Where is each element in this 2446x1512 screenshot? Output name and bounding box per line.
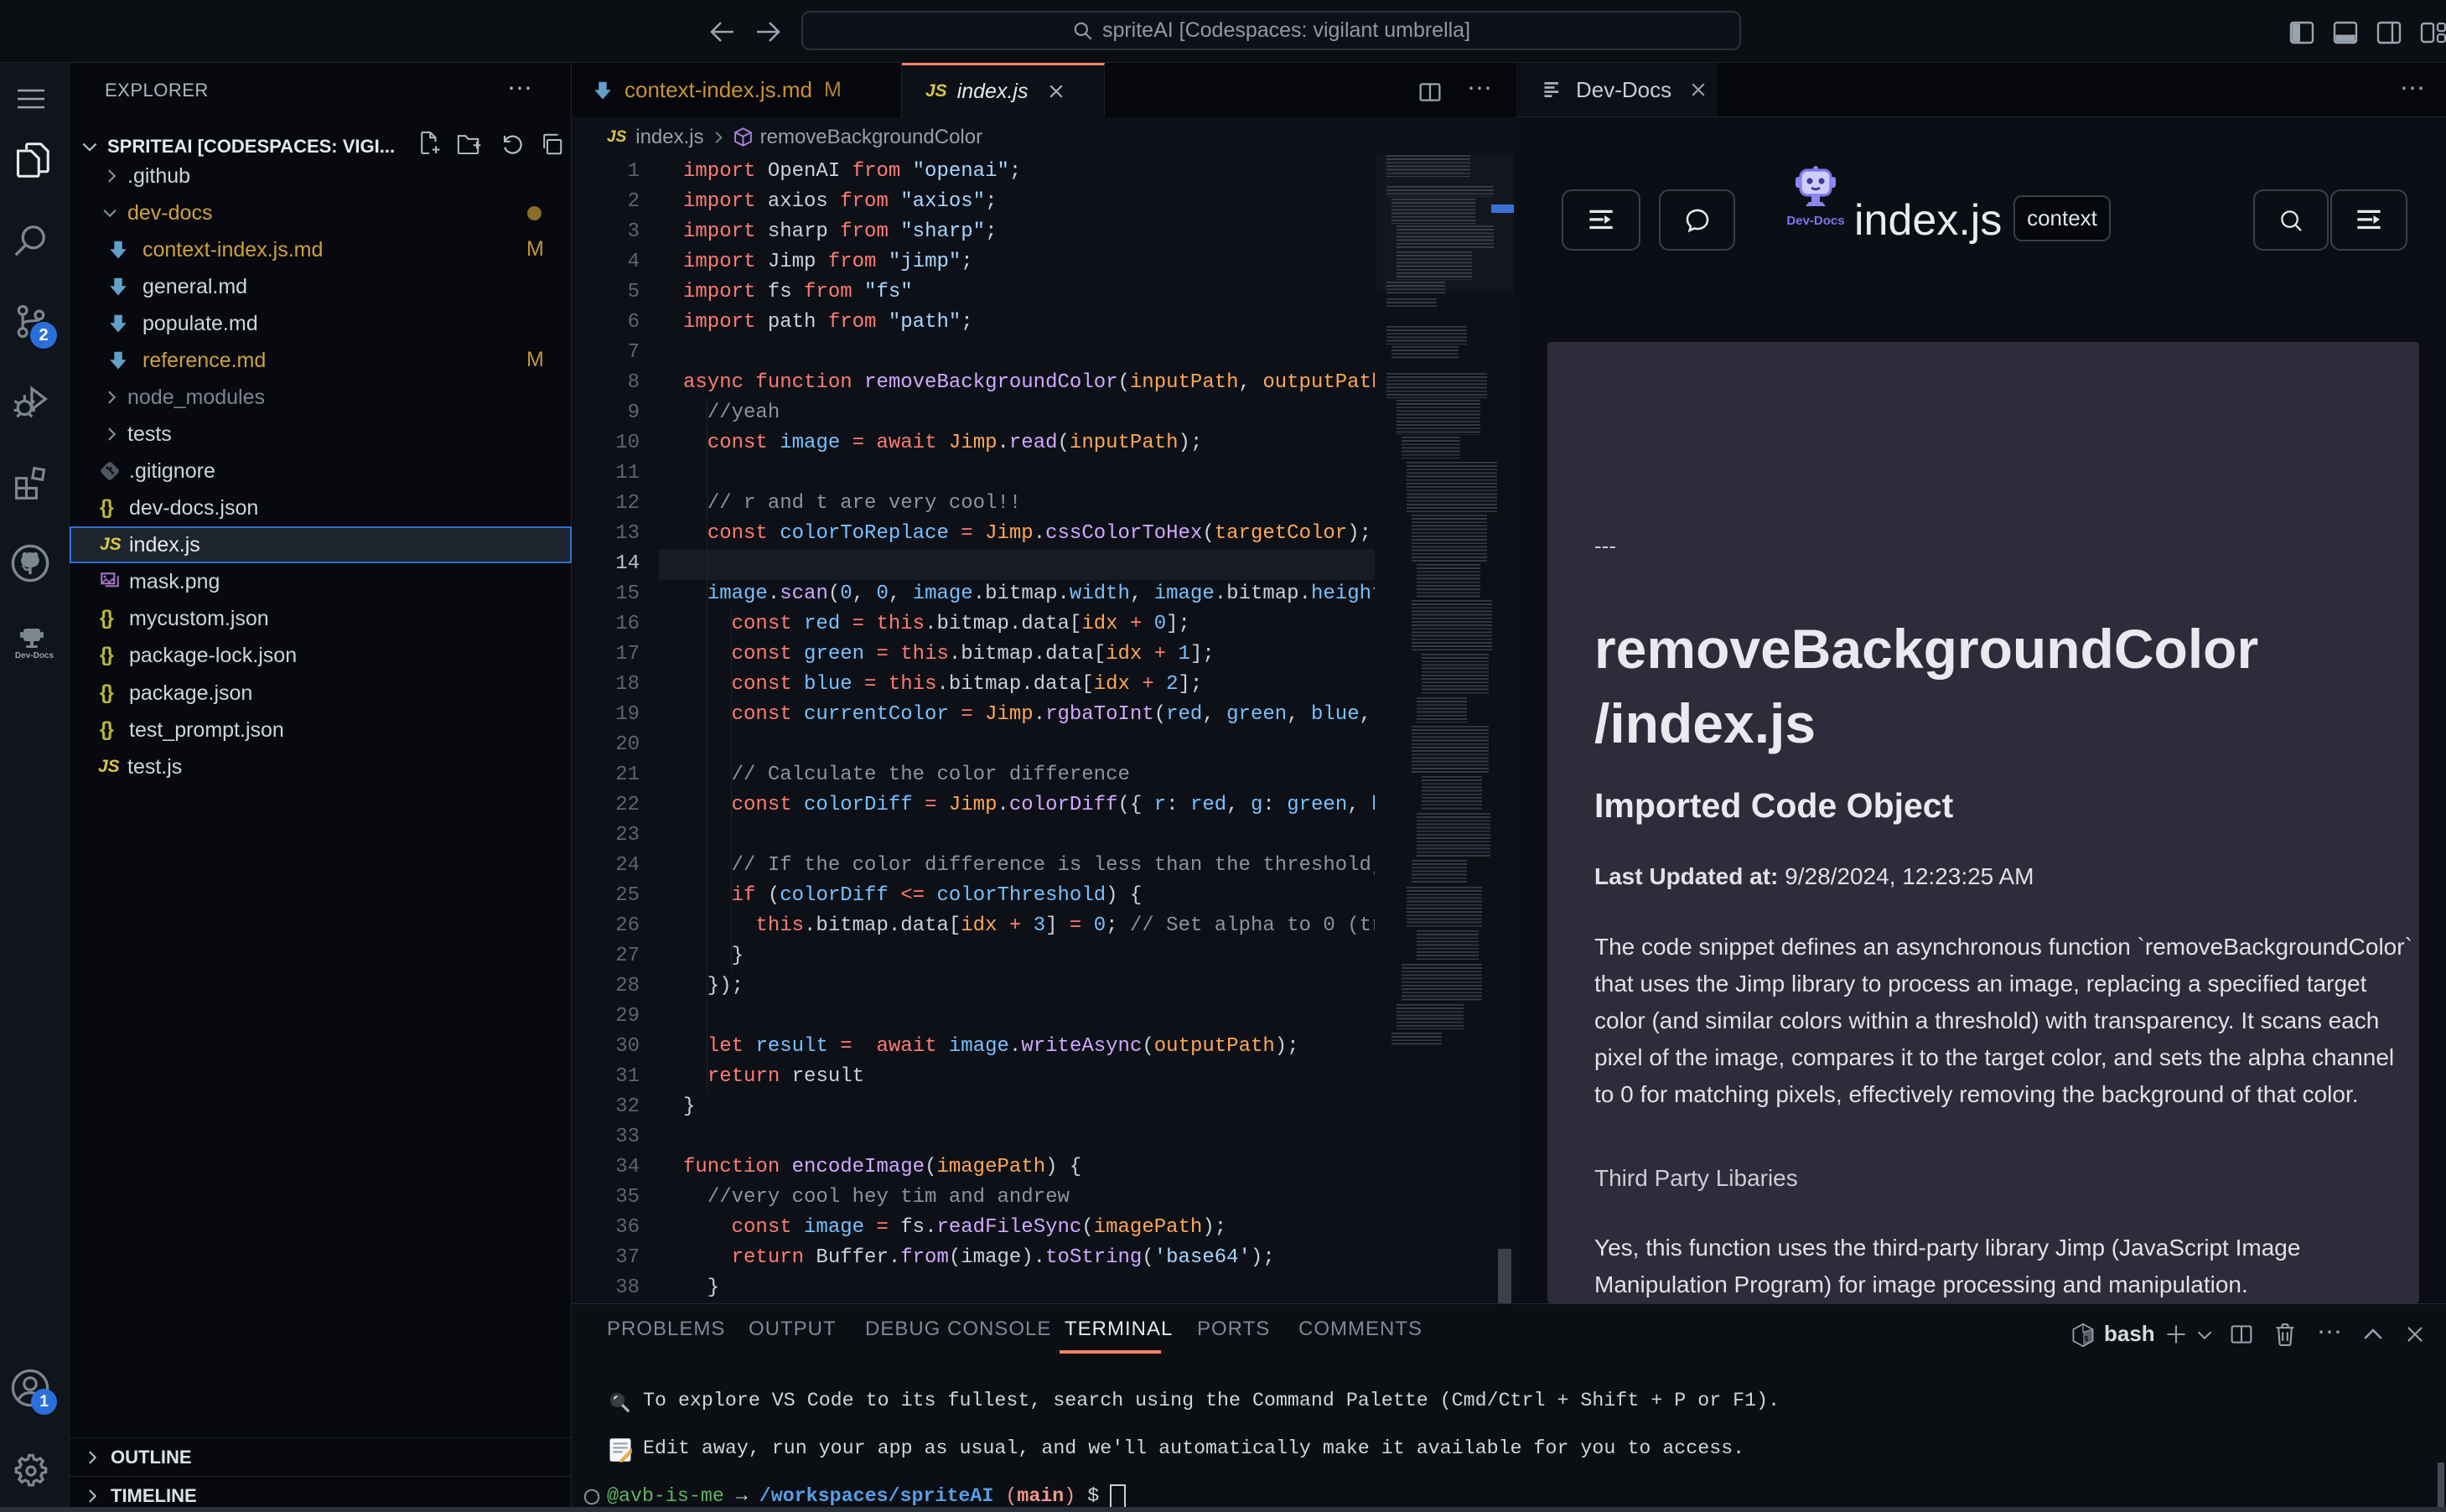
svg-text:$: $ (2085, 1335, 2089, 1343)
